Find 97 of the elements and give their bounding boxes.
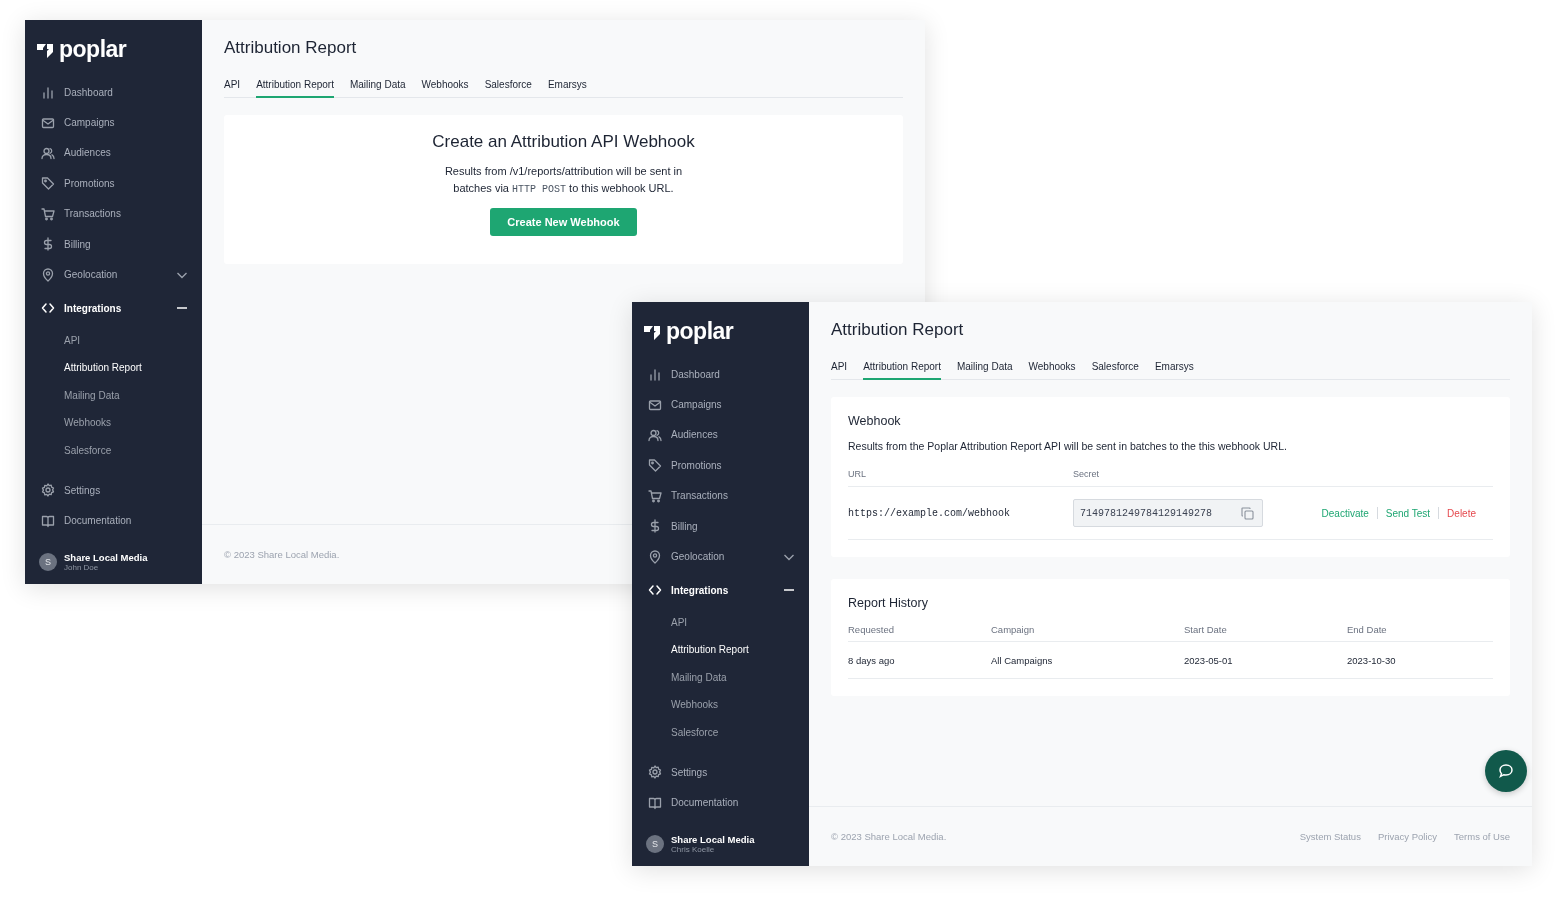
tab[interactable]: Mailing Data (956, 361, 1013, 380)
brand-name: poplar (59, 36, 127, 63)
nav-item[interactable]: Geolocation (25, 259, 202, 290)
cart-icon (41, 206, 55, 221)
tab[interactable]: Mailing Data (349, 79, 406, 98)
settings-icon (41, 483, 55, 498)
cart-icon (648, 488, 662, 503)
card-description: Results from the Poplar Attribution Report API will be sent in batches to the this webhook URL. (848, 440, 1288, 452)
nav-subitem[interactable]: API (632, 608, 809, 637)
nav-item[interactable]: Integrations (25, 289, 202, 327)
card-heading: Webhook (848, 414, 902, 428)
nav-item[interactable]: Campaigns (25, 107, 202, 138)
nav-item[interactable]: Geolocation (632, 541, 809, 572)
column-header: Campaign (991, 624, 1184, 642)
copyright-text: © 2023 Share Local Media. (224, 549, 340, 560)
nav-item[interactable]: Settings (25, 475, 202, 506)
page-title: Attribution Report (831, 320, 965, 341)
nav-item[interactable]: Billing (632, 510, 809, 542)
nav-subitem[interactable]: Salesforce (25, 436, 202, 465)
card-heading: Report History (848, 596, 929, 610)
book-icon (41, 513, 55, 528)
card-description: Results from /v1/reports/attribution will be sent in batches via HTTP POST to this webhook URL. (443, 164, 684, 197)
user-name: Chris Koelle (671, 845, 716, 854)
tab[interactable]: Attribution Report (256, 79, 334, 98)
brand-name: poplar (666, 318, 734, 345)
secret-field[interactable]: 7149781249784129149278 (1073, 499, 1263, 527)
code-icon (648, 583, 662, 598)
organization-name: Share Local Media (671, 834, 755, 845)
bar-chart-icon (648, 367, 662, 382)
avatar: S (39, 553, 57, 571)
nav-item[interactable]: Documentation (25, 505, 202, 536)
location-pin-icon (648, 549, 662, 564)
book-icon (648, 795, 662, 810)
nav-subitem[interactable]: Mailing Data (632, 663, 809, 692)
tab[interactable]: Attribution Report (863, 361, 941, 380)
nav-item[interactable]: Transactions (632, 480, 809, 511)
action-link[interactable]: Delete (1447, 507, 1476, 519)
location-pin-icon (41, 267, 55, 282)
nav-subitem[interactable]: Attribution Report (632, 636, 809, 664)
users-icon (648, 427, 662, 442)
column-header: Secret (1073, 469, 1100, 479)
nav-subitem[interactable]: Webhooks (632, 691, 809, 719)
settings-icon (648, 765, 662, 780)
nav-item[interactable]: Documentation (632, 787, 809, 818)
webhook-url: https://example.com/webhook (848, 507, 1012, 519)
nav-item[interactable]: Audiences (632, 419, 809, 451)
card-heading: Create an Attribution API Webhook (432, 132, 695, 152)
column-header: Start Date (1184, 624, 1347, 642)
column-header: Requested (848, 624, 991, 642)
tab[interactable]: API (224, 79, 241, 98)
tab[interactable]: Emarsys (547, 79, 587, 98)
nav-item[interactable]: Billing (25, 228, 202, 260)
nav-item[interactable]: Dashboard (632, 359, 809, 390)
nav-item[interactable]: Dashboard (25, 77, 202, 108)
page-title: Attribution Report (224, 38, 358, 59)
nav-item[interactable]: Promotions (25, 168, 202, 199)
table-cell: All Campaigns (991, 642, 1184, 679)
user-name: John Doe (64, 563, 100, 572)
envelope-icon (41, 115, 55, 130)
tab[interactable]: API (831, 361, 848, 380)
logo-icon (37, 41, 53, 58)
nav-subitem[interactable]: Attribution Report (25, 354, 202, 382)
avatar: S (646, 835, 664, 853)
chat-bubble-icon (1498, 763, 1514, 779)
tab[interactable]: Salesforce (484, 79, 532, 98)
nav-subitem[interactable]: Webhooks (25, 409, 202, 437)
tag-icon (648, 458, 662, 473)
table-cell: 2023-10-30 (1347, 642, 1493, 679)
tab[interactable]: Salesforce (1091, 361, 1139, 380)
copy-icon (1241, 506, 1254, 520)
nav-item[interactable]: Transactions (25, 198, 202, 229)
tab[interactable]: Webhooks (421, 79, 469, 98)
table-cell: 2023-05-01 (1184, 642, 1347, 679)
nav-item[interactable]: Settings (632, 757, 809, 788)
table-cell: 8 days ago (848, 642, 991, 679)
code-icon (41, 301, 55, 316)
logo-icon (644, 323, 660, 340)
nav-subitem[interactable]: Mailing Data (25, 381, 202, 410)
chat-button[interactable] (1485, 750, 1527, 792)
nav-item[interactable]: Campaigns (632, 389, 809, 420)
column-header: URL (848, 469, 867, 479)
column-header: End Date (1347, 624, 1493, 642)
tab[interactable]: Webhooks (1028, 361, 1076, 380)
nav-subitem[interactable]: API (25, 326, 202, 355)
tab[interactable]: Emarsys (1154, 361, 1194, 380)
envelope-icon (648, 397, 662, 412)
tag-icon (41, 176, 55, 191)
nav-item[interactable]: Promotions (632, 450, 809, 481)
dollar-icon (648, 519, 662, 534)
nav-item[interactable]: Audiences (25, 137, 202, 169)
dollar-icon (41, 237, 55, 252)
copyright-text: © 2023 Share Local Media. (831, 831, 947, 842)
users-icon (41, 145, 55, 160)
bar-chart-icon (41, 85, 55, 100)
organization-name: Share Local Media (64, 552, 148, 563)
nav-subitem[interactable]: Salesforce (632, 718, 809, 747)
nav-item[interactable]: Integrations (632, 571, 809, 609)
